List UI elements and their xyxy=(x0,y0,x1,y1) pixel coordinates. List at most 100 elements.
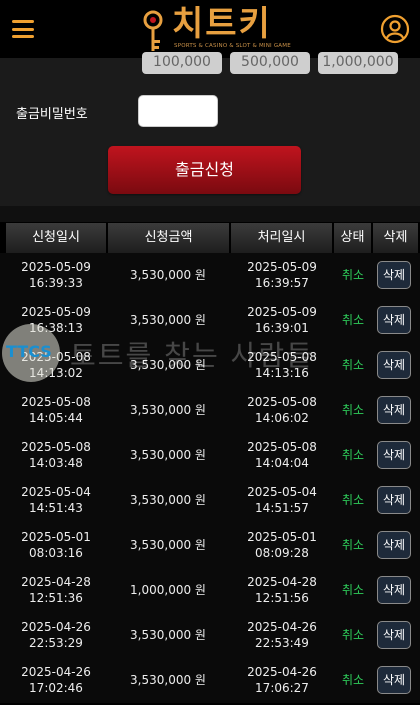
process-date: 2025-04-26 xyxy=(247,620,317,634)
process-date: 2025-05-08 xyxy=(247,395,317,409)
request-amount: 3,530,000 원 xyxy=(130,448,206,462)
request-time: 12:51:36 xyxy=(29,591,83,605)
delete-button[interactable]: 삭제 xyxy=(377,261,411,289)
table-row: 2025-04-26 17:02:46 3,530,000 원 2025-04-26 1… xyxy=(0,658,420,703)
header-request-date: 신청일시 xyxy=(6,223,107,253)
table-row: 2025-05-09 16:38:13 3,530,000 원 2025-05-09 1… xyxy=(0,298,420,343)
process-datetime: 2025-05-08 14:04:04 xyxy=(226,439,338,471)
table-row: 2025-05-09 16:39:33 3,530,000 원 2025-05-09 1… xyxy=(0,253,420,298)
request-time: 14:51:43 xyxy=(29,501,83,515)
request-time: 16:39:33 xyxy=(29,276,83,290)
process-date: 2025-05-01 xyxy=(247,530,317,544)
key-icon xyxy=(143,10,163,51)
request-amount: 3,530,000 원 xyxy=(130,628,206,642)
section-divider xyxy=(0,206,420,222)
request-datetime: 2025-05-04 14:51:43 xyxy=(0,484,112,516)
process-time: 14:06:02 xyxy=(255,411,309,425)
process-time: 16:39:57 xyxy=(255,276,309,290)
table-row: 2025-05-08 14:03:48 3,530,000 원 2025-05-08 1… xyxy=(0,433,420,478)
request-datetime: 2025-05-01 08:03:16 xyxy=(0,529,112,561)
logo[interactable]: 치트키 SPORTS & CASINO & SLOT & MINI GAME xyxy=(140,4,291,56)
request-amount: 3,530,000 원 xyxy=(130,538,206,552)
header-process-date: 처리일시 xyxy=(231,223,333,253)
logo-text: 치트키 xyxy=(172,4,272,44)
process-datetime: 2025-05-09 16:39:01 xyxy=(226,304,338,336)
request-datetime: 2025-05-08 14:13:02 xyxy=(0,349,112,381)
table-row: 2025-05-08 14:13:02 3,530,000 원 2025-05-08 1… xyxy=(0,343,420,388)
request-amount: 3,530,000 원 xyxy=(130,403,206,417)
table-header: 신청일시 신청금액 처리일시 상태 삭제 xyxy=(6,223,418,253)
process-time: 12:51:56 xyxy=(255,591,309,605)
withdraw-submit-button[interactable]: 출금신청 xyxy=(108,146,301,194)
header-request-amount: 신청금액 xyxy=(108,223,230,253)
request-date: 2025-04-28 xyxy=(21,575,91,589)
table-row: 2025-05-01 08:03:16 3,530,000 원 2025-05-01 0… xyxy=(0,523,420,568)
process-time: 17:06:27 xyxy=(255,681,309,695)
delete-button[interactable]: 삭제 xyxy=(377,666,411,694)
process-datetime: 2025-05-09 16:39:57 xyxy=(226,259,338,291)
user-icon[interactable] xyxy=(380,14,410,44)
process-date: 2025-05-08 xyxy=(247,350,317,364)
request-date: 2025-05-08 xyxy=(21,395,91,409)
process-date: 2025-04-28 xyxy=(247,575,317,589)
status-badge: 취소 xyxy=(341,358,365,372)
process-date: 2025-05-09 xyxy=(247,260,317,274)
amount-button-100000[interactable]: 100,000 xyxy=(142,52,222,74)
amount-button-500000[interactable]: 500,000 xyxy=(230,52,310,74)
status-badge: 취소 xyxy=(341,628,365,642)
request-date: 2025-05-08 xyxy=(21,350,91,364)
menu-icon[interactable] xyxy=(12,20,34,38)
request-datetime: 2025-05-09 16:38:13 xyxy=(0,304,112,336)
delete-button[interactable]: 삭제 xyxy=(377,396,411,424)
status-badge: 취소 xyxy=(341,448,365,462)
process-time: 14:51:57 xyxy=(255,501,309,515)
request-amount: 3,530,000 원 xyxy=(130,313,206,327)
process-date: 2025-04-26 xyxy=(247,665,317,679)
process-datetime: 2025-05-04 14:51:57 xyxy=(226,484,338,516)
delete-button[interactable]: 삭제 xyxy=(377,306,411,334)
process-time: 14:13:16 xyxy=(255,366,309,380)
delete-button[interactable]: 삭제 xyxy=(377,351,411,379)
status-badge: 취소 xyxy=(341,493,365,507)
request-datetime: 2025-04-28 12:51:36 xyxy=(0,574,112,606)
status-badge: 취소 xyxy=(341,673,365,687)
delete-button[interactable]: 삭제 xyxy=(377,441,411,469)
table-row: 2025-04-28 12:51:36 1,000,000 원 2025-04-28 1… xyxy=(0,568,420,613)
status-badge: 취소 xyxy=(341,538,365,552)
process-date: 2025-05-04 xyxy=(247,485,317,499)
request-date: 2025-05-09 xyxy=(21,305,91,319)
password-input[interactable] xyxy=(138,95,218,127)
delete-button[interactable]: 삭제 xyxy=(377,621,411,649)
process-datetime: 2025-04-26 17:06:27 xyxy=(226,664,338,696)
delete-button[interactable]: 삭제 xyxy=(377,486,411,514)
request-datetime: 2025-05-08 14:03:48 xyxy=(0,439,112,471)
request-amount: 1,000,000 원 xyxy=(130,583,206,597)
status-badge: 취소 xyxy=(341,313,365,327)
process-date: 2025-05-08 xyxy=(247,440,317,454)
status-badge: 취소 xyxy=(341,583,365,597)
request-time: 14:03:48 xyxy=(29,456,83,470)
withdraw-form: 출금비밀번호 출금신청 xyxy=(0,78,420,206)
status-badge: 취소 xyxy=(341,268,365,282)
request-amount: 3,530,000 원 xyxy=(130,673,206,687)
request-date: 2025-05-09 xyxy=(21,260,91,274)
request-amount: 3,530,000 원 xyxy=(130,493,206,507)
process-time: 08:09:28 xyxy=(255,546,309,560)
amount-button-1000000[interactable]: 1,000,000 xyxy=(318,52,398,74)
process-datetime: 2025-04-26 22:53:49 xyxy=(226,619,338,651)
status-badge: 취소 xyxy=(341,403,365,417)
request-time: 17:02:46 xyxy=(29,681,83,695)
request-time: 16:38:13 xyxy=(29,321,83,335)
request-datetime: 2025-05-09 16:39:33 xyxy=(0,259,112,291)
process-time: 22:53:49 xyxy=(255,636,309,650)
request-date: 2025-04-26 xyxy=(21,665,91,679)
request-datetime: 2025-05-08 14:05:44 xyxy=(0,394,112,426)
delete-button[interactable]: 삭제 xyxy=(377,576,411,604)
process-date: 2025-05-09 xyxy=(247,305,317,319)
logo-subtitle: SPORTS & CASINO & SLOT & MINI GAME xyxy=(174,43,291,49)
amount-buttons-row: 100,000 500,000 1,000,000 xyxy=(0,52,420,78)
header-status: 상태 xyxy=(334,223,372,253)
request-time: 22:53:29 xyxy=(29,636,83,650)
delete-button[interactable]: 삭제 xyxy=(377,531,411,559)
request-date: 2025-05-04 xyxy=(21,485,91,499)
